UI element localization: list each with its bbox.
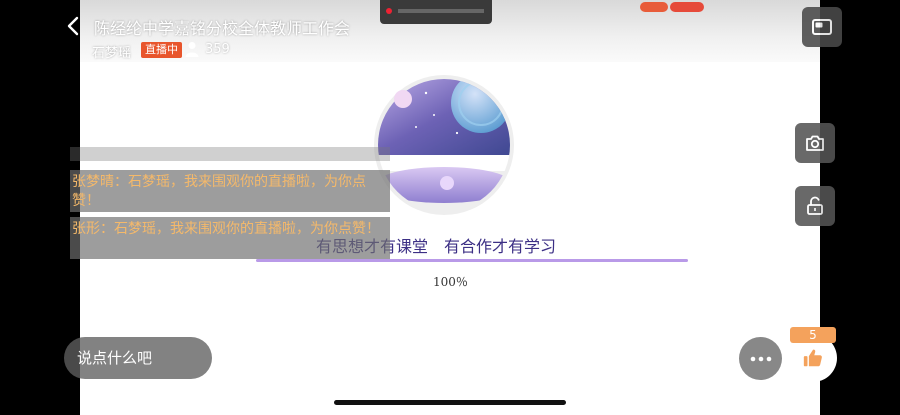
like-count: 5 — [790, 327, 836, 343]
stream-title: 陈经纶中学嘉铭分校全体教师工作会 — [94, 19, 351, 38]
toolbar-pill — [640, 2, 668, 12]
school-logo — [374, 75, 514, 215]
comment-input[interactable]: 说点什么吧 — [64, 337, 212, 379]
live-stream-screen: 陈经纶中学嘉铭分校全体教师工作会 石梦瑶 直播中 359 有思想才有课堂 有合作… — [0, 0, 900, 415]
camera-icon — [806, 135, 824, 151]
more-dots-icon — [750, 356, 771, 361]
toolbar-pill — [670, 2, 704, 12]
slogan-underline — [256, 259, 688, 262]
floating-window-button[interactable] — [802, 7, 842, 47]
viewer-icon — [185, 42, 199, 57]
loading-progress: 100％ — [433, 275, 468, 289]
unlock-icon — [807, 196, 823, 215]
screenshot-button[interactable] — [795, 123, 835, 163]
live-status-badge: 直播中 — [141, 42, 182, 58]
thumbs-up-icon — [803, 349, 822, 367]
home-indicator[interactable] — [334, 400, 566, 405]
viewer-count: 359 — [205, 42, 230, 57]
picture-in-picture-icon — [812, 19, 832, 35]
more-button[interactable] — [739, 337, 782, 380]
screen-lock-button[interactable] — [795, 186, 835, 226]
recording-strip — [380, 0, 492, 24]
chat-message: 张梦晴：石梦瑶，我来围观你的直播啦，为你点赞！ — [70, 170, 390, 212]
chat-message-faded — [70, 147, 390, 161]
chat-message: 张形：石梦瑶，我来围观你的直播啦，为你点赞！ — [70, 217, 390, 259]
host-name[interactable]: 石梦瑶 — [92, 42, 131, 61]
back-arrow-icon[interactable] — [62, 14, 86, 38]
